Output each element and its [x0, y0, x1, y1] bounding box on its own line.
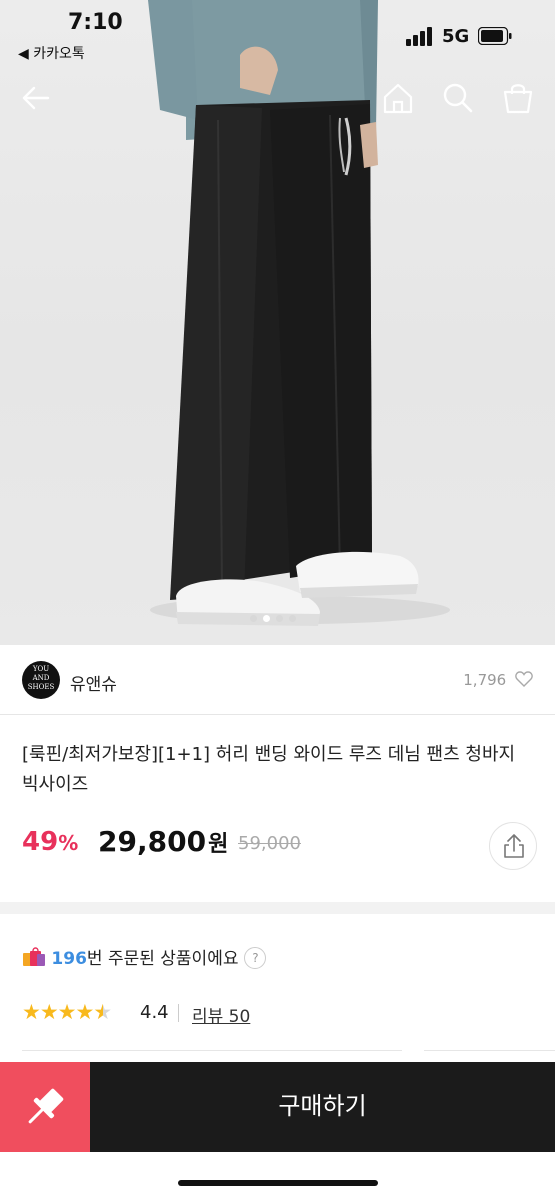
product-title: [룩핀/최저가보장][1+1] 허리 밴딩 와이드 루즈 데님 팬츠 청바지 빅… [22, 744, 516, 795]
status-bar: 7:10 ◀ 카카오톡 5G [0, 0, 555, 70]
rating-score: 4.4 [140, 1002, 169, 1023]
discount-unit: % [58, 831, 79, 855]
like-counter[interactable]: 1,796 [463, 671, 533, 689]
like-count: 1,796 [463, 671, 507, 689]
product-image[interactable]: 7:10 ◀ 카카오톡 5G [0, 0, 555, 645]
price-row: 49% 29,800원 59,000 [22, 822, 537, 872]
order-help-button[interactable]: ? [244, 947, 267, 969]
seller-row[interactable]: YOU AND SHOES 유앤슈 1,796 [0, 650, 555, 715]
pager-dot[interactable] [276, 615, 283, 622]
pin-icon [28, 1088, 64, 1124]
sale-price: 29,800원 [98, 825, 228, 858]
half-star-icon: ★ [93, 1000, 112, 1024]
gallery-pager [250, 607, 330, 622]
price-value: 29,800 [98, 825, 207, 858]
bottom-action-bar: 구매하기 [0, 1062, 555, 1152]
star-icon: ★ [57, 1000, 77, 1024]
home-icon[interactable] [380, 80, 416, 116]
pager-dot-active[interactable] [263, 615, 270, 622]
network-type: 5G [442, 26, 470, 47]
price-unit: 원 [208, 832, 229, 857]
order-count: 196 [51, 949, 87, 969]
heart-icon[interactable] [515, 671, 533, 687]
shopping-bag-icon[interactable] [500, 80, 536, 116]
shopping-bags-icon [23, 947, 45, 966]
order-count-info: 196번 주문된 상품이에요? [22, 944, 267, 969]
pager-dot[interactable] [250, 615, 257, 622]
share-icon [504, 834, 524, 858]
star-icon: ★ [22, 1000, 41, 1024]
pin-button[interactable] [0, 1062, 90, 1152]
battery-icon [478, 27, 512, 45]
discount-rate: 49% [22, 827, 78, 857]
rating-row[interactable]: ★★★★★ 4.4 리뷰 50 [22, 1000, 250, 1027]
share-button[interactable] [489, 822, 537, 870]
star-icon: ★ [75, 1000, 94, 1024]
pager-dot[interactable] [289, 615, 296, 622]
status-time: 7:10 [68, 10, 123, 35]
review-link[interactable]: 리뷰 50 [192, 1002, 250, 1027]
search-icon[interactable] [440, 80, 476, 116]
buy-button[interactable]: 구매하기 [90, 1062, 555, 1152]
signal-icon [406, 27, 432, 46]
star-icon: ★ [39, 1000, 59, 1024]
back-arrow-icon[interactable] [18, 80, 54, 116]
original-price: 59,000 [238, 833, 301, 854]
back-to-app-link[interactable]: ◀ 카카오톡 [18, 43, 85, 63]
seller-name[interactable]: 유앤슈 [70, 670, 117, 695]
rating-separator [178, 1004, 179, 1022]
home-indicator [178, 1180, 378, 1186]
section-divider [0, 902, 555, 914]
order-count-text: 번 주문된 상품이에요 [86, 949, 239, 969]
seller-logo: YOU AND SHOES [22, 661, 60, 699]
discount-value: 49 [22, 827, 59, 857]
